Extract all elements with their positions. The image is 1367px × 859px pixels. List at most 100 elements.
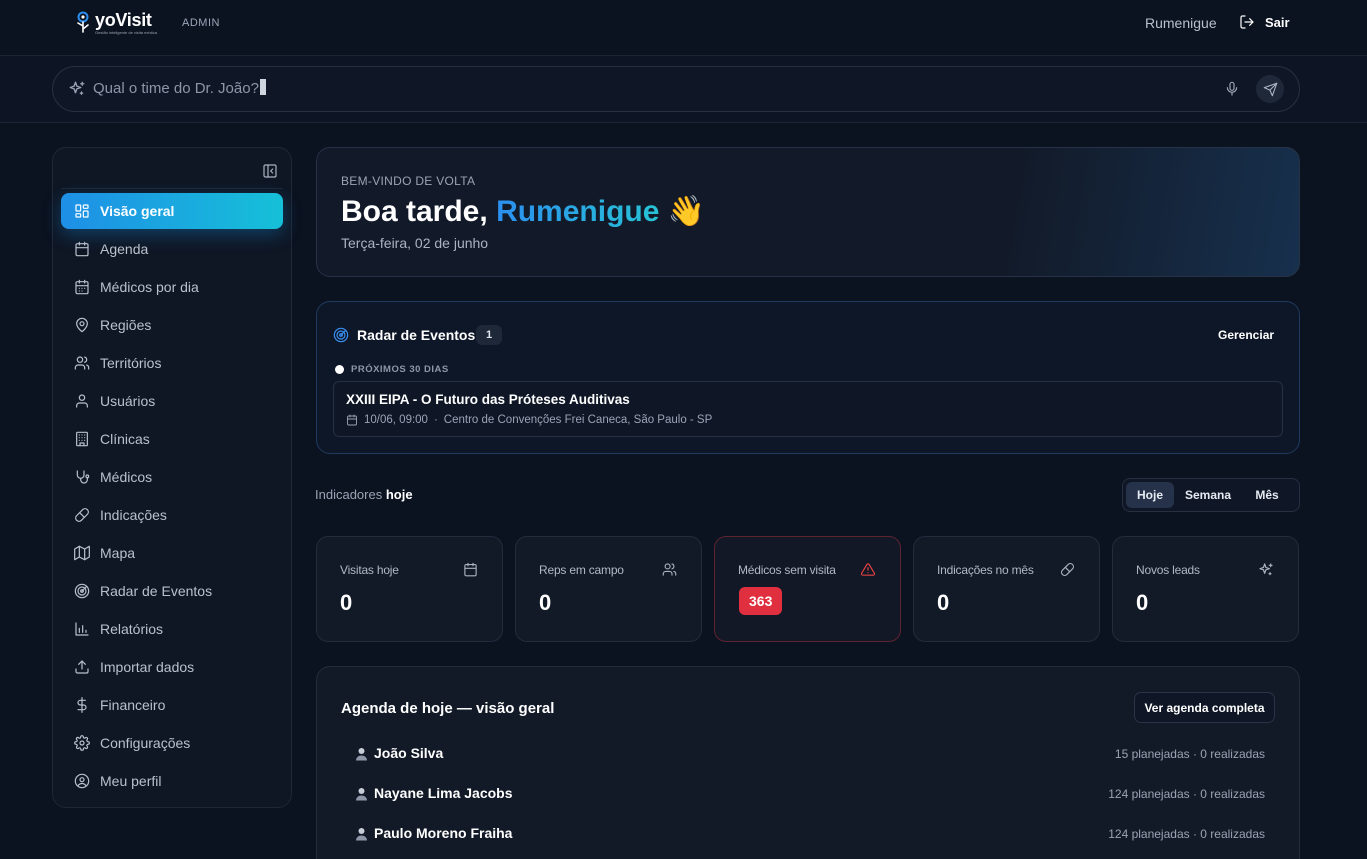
sidebar-item-regioes[interactable]: Regiões [61,307,283,343]
calendar-days-icon [75,279,89,295]
rep-visit-stats: 124 planejadas · 0 realizadas [1108,787,1265,801]
sidebar-item-relatorios[interactable]: Relatórios [61,611,283,647]
microphone-icon[interactable] [1224,80,1240,98]
agenda-row[interactable]: Nayane Lima Jacobs 124 planejadas · 0 re… [355,783,1265,805]
manage-events-button[interactable]: Gerenciar [1218,328,1274,342]
rep-name: Paulo Moreno Fraiha [374,825,513,841]
sidebar-item-importar-dados[interactable]: Importar dados [61,649,283,685]
sidebar-item-clinicas[interactable]: Clínicas [61,421,283,457]
kpi-card-indicacoes-no-mes[interactable]: Indicações no mês 0 [913,536,1100,642]
dollar-icon [77,697,87,713]
current-user-name: Rumenigue [1145,15,1217,31]
kpi-card-visitas-hoje[interactable]: Visitas hoje 0 [316,536,503,642]
kpi-value: 0 [937,590,950,615]
sidebar-item-label: Financeiro [100,697,166,713]
event-separator: · [433,414,438,426]
kpi-label: Visitas hoje [340,563,399,577]
sidebar-item-label: Indicações [100,507,167,523]
sidebar-item-label: Relatórios [100,621,164,637]
period-tab-semana[interactable]: Semana [1176,482,1240,508]
radar-icon [74,583,90,599]
user-icon [76,394,88,408]
kpi-card-novos-leads[interactable]: Novos leads 0 [1112,536,1299,642]
map-pin-icon [76,317,88,333]
sidebar-item-label: Agenda [100,241,149,257]
greeting-heading: Boa tarde, Rumenigue 👋 [341,194,705,229]
event-name: XXIII EIPA - O Futuro das Próteses Audit… [346,392,630,407]
alert-triangle-icon [860,563,876,576]
rep-visit-stats: 124 planejadas · 0 realizadas [1108,827,1265,841]
sidebar-item-agenda[interactable]: Agenda [61,231,283,267]
sidebar-item-configuracoes[interactable]: Configurações [61,725,283,761]
top-bar: yoVisit Gestão inteligente de visita méd… [0,0,1367,56]
kpi-card-reps-em-campo[interactable]: Reps em campo 0 [515,536,702,642]
brand-name: yoVisit [95,10,152,30]
brand-logo[interactable]: yoVisit Gestão inteligente de visita méd… [74,10,157,36]
sidebar-item-medicos[interactable]: Médicos [61,459,283,495]
upload-icon [75,660,89,674]
kpi-value: 0 [1136,590,1149,615]
period-tab-hoje[interactable]: Hoje [1126,482,1174,508]
sidebar-item-visao-geral[interactable]: Visão geral [61,193,283,229]
sidebar-item-label: Regiões [100,317,152,333]
logout-button[interactable]: Sair [1239,14,1290,30]
sidebar-item-financeiro[interactable]: Financeiro [61,687,283,723]
period-tab-mes[interactable]: Mês [1242,482,1292,508]
greeting-text: Boa tarde, [341,195,488,228]
sidebar-item-label: Médicos por dia [100,279,199,295]
stethoscope-icon [76,470,90,484]
kpi-label: Indicações no mês [937,563,1034,577]
calendar-icon [347,414,357,426]
sidebar-item-label: Importar dados [100,659,195,675]
search-box[interactable]: Qual o time do Dr. João? [52,66,1300,112]
sidebar-item-meu-perfil[interactable]: Meu perfil [61,763,283,799]
event-item[interactable]: XXIII EIPA - O Futuro das Próteses Audit… [333,381,1283,437]
building-icon [76,431,88,447]
waving-hand-emoji: 👋 [667,195,706,228]
sidebar-item-mapa[interactable]: Mapa [61,535,283,571]
sidebar-item-medicos-por-dia[interactable]: Médicos por dia [61,269,283,305]
role-badge: ADMIN [182,17,220,29]
indicators-title: Indicadores hoje [315,487,413,502]
radar-period: PRÓXIMOS 30 DIAS [335,364,449,375]
search-input[interactable]: Qual o time do Dr. João? [93,79,1193,97]
calendar-icon [75,241,89,257]
indicators-title-period: hoje [385,487,413,502]
sidebar-divider [61,188,283,189]
radar-count-badge: 1 [476,325,502,345]
welcome-kicker: BEM-VINDO DE VOLTA [341,174,476,188]
gear-icon [74,735,90,751]
event-meta: 10/06, 09:00 · Centro de Convenções Frei… [346,414,712,426]
sidebar-item-label: Radar de Eventos [100,583,213,599]
person-icon [356,788,367,801]
sparkles-icon [69,81,85,95]
kpi-value: 0 [539,590,552,615]
person-icon [356,748,367,761]
send-button[interactable] [1256,75,1284,103]
agenda-row[interactable]: Paulo Moreno Fraiha 124 planejadas · 0 r… [355,823,1265,845]
rep-visit-stats: 15 planejadas · 0 realizadas [1114,747,1265,761]
pill-icon [1061,563,1074,576]
view-full-agenda-button[interactable]: Ver agenda completa [1134,692,1275,723]
sidebar-item-label: Configurações [100,735,191,751]
period-segmented-control: Hoje Semana Mês [1122,478,1300,512]
agenda-row[interactable]: João Silva 15 planejadas · 0 realizadas [355,743,1265,765]
assistant-search-bar: Qual o time do Dr. João? [0,56,1367,123]
kpi-card-medicos-sem-visita[interactable]: Médicos sem visita 363 [714,536,901,642]
sidebar-item-radar-de-eventos[interactable]: Radar de Eventos [61,573,283,609]
sidebar-item-usuarios[interactable]: Usuários [61,383,283,419]
brand-tagline: Gestão inteligente de visita médica [95,30,158,35]
collapse-sidebar-icon[interactable] [262,163,278,179]
sidebar-item-label: Usuários [100,393,156,409]
pill-icon [75,508,89,522]
indicators-title-prefix: Indicadores [315,487,383,502]
period-dot [335,365,344,374]
users-icon [74,356,90,370]
bar-chart-icon [75,622,89,636]
user-circle-icon [74,773,90,789]
sidebar-nav: Visão geral Agenda Médicos por dia Regiõ… [61,193,283,801]
period-label: PRÓXIMOS 30 DIAS [351,364,449,375]
sidebar-item-indicacoes[interactable]: Indicações [61,497,283,533]
sidebar-item-territorios[interactable]: Territórios [61,345,283,381]
logo-icon [77,11,89,33]
